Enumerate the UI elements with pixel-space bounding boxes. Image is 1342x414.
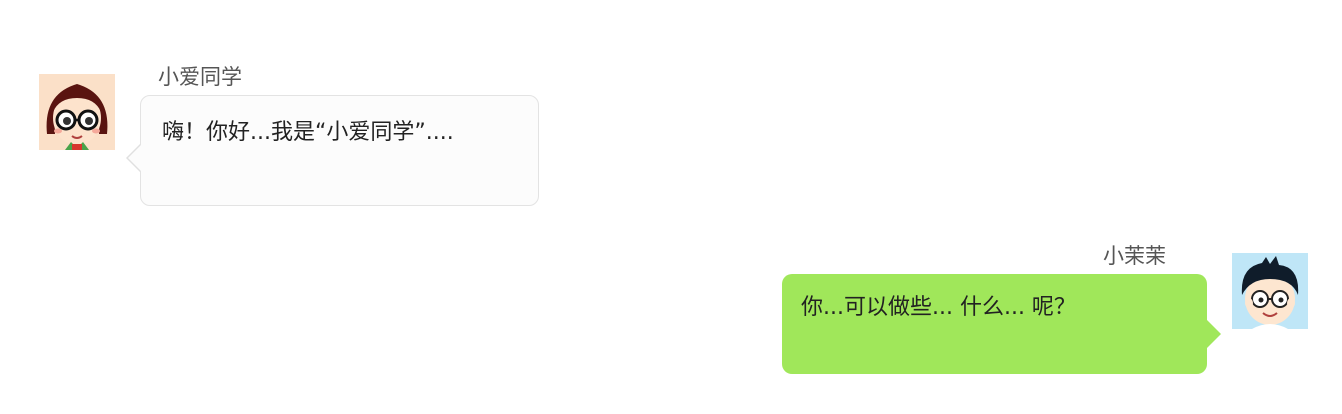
message-text: 嗨！你好...我是“小爱同学”.... (162, 120, 454, 145)
bubble-tail-fill (128, 144, 142, 172)
message-bubble-incoming[interactable]: 嗨！你好...我是“小爱同学”.... (140, 95, 539, 206)
sender-name: 小茉茉 (1103, 244, 1166, 268)
bubble-tail (1206, 319, 1221, 349)
sender-name: 小爱同学 (158, 65, 242, 89)
boy-with-glasses-avatar-icon[interactable] (1232, 253, 1308, 329)
girl-with-glasses-avatar-icon[interactable] (39, 74, 115, 150)
message-text: 你...可以做些... 什么... 呢？ (801, 295, 1076, 320)
message-bubble-outgoing[interactable]: 你...可以做些... 什么... 呢？ (782, 274, 1207, 374)
